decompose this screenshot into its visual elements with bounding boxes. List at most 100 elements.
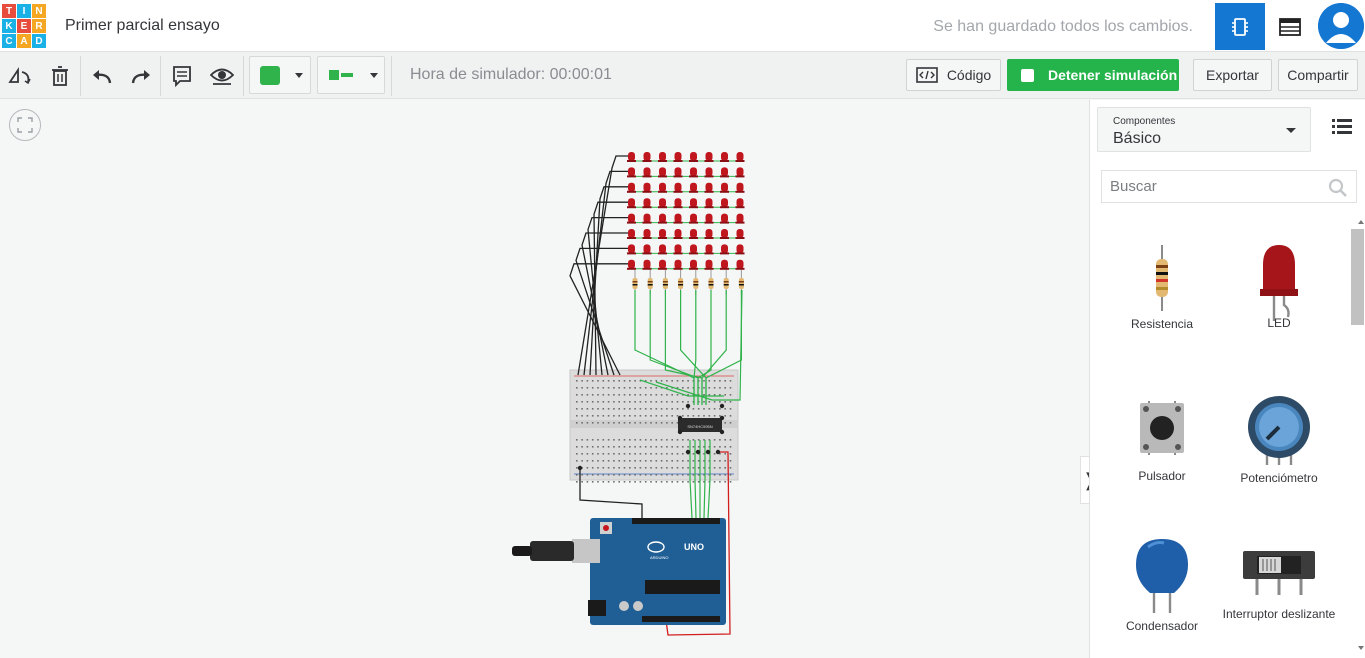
led [659,229,666,238]
visibility-button[interactable] [209,63,235,89]
digital-header [632,518,720,524]
led [721,167,728,177]
rotate-button[interactable] [7,63,33,89]
led [674,244,682,254]
part-slide-switch[interactable]: Interruptor deslizante [1220,537,1338,621]
logo-letter: A [17,34,31,48]
led [721,182,728,192]
user-avatar[interactable] [1318,3,1364,49]
undo-button[interactable] [89,63,115,89]
delete-button[interactable] [47,63,73,89]
part-label: Pulsador [1138,469,1186,483]
led [628,198,635,208]
export-button[interactable]: Exportar [1193,59,1272,91]
led [705,167,713,177]
led [643,198,651,208]
led [659,167,666,177]
circuit-canvas[interactable]: SN74HC595NUNOARDUINO ❭ [0,100,1098,658]
stop-simulation-button[interactable]: Detener simulación [1007,59,1179,91]
code-label: Código [946,67,992,83]
search-icon[interactable] [1328,178,1348,198]
led [659,152,666,161]
usb-cable [530,541,574,561]
logo-letter: N [32,4,46,18]
led [674,152,682,161]
save-status: Se han guardado todos los cambios. [933,18,1193,35]
led [721,213,728,223]
led [690,182,697,192]
fill-color-dropdown[interactable] [249,56,311,94]
scrollbar-thumb[interactable] [1351,229,1364,325]
part-capacitor[interactable]: Condensador [1103,537,1221,633]
led [705,213,713,223]
led [628,229,635,238]
part-pushbutton[interactable]: Pulsador [1103,393,1221,483]
part-label: Potenciómetro [1240,471,1318,485]
led [643,182,651,192]
components-dropdown[interactable]: Componentes Básico [1097,107,1311,152]
resistor [678,278,684,289]
top-bar: TIN KER CAD Primer parcial ensayo Se han g… [0,0,1365,52]
part-resistor[interactable]: Resistencia [1103,245,1221,331]
notes-button[interactable] [169,63,195,89]
led [628,167,635,177]
logo-letter: E [17,19,31,33]
led [643,259,651,269]
search-box[interactable] [1101,170,1357,203]
circuit-view-button[interactable] [1215,3,1265,50]
logo-letter: C [2,34,16,48]
components-label: Componentes [1113,116,1176,127]
led [705,229,713,238]
part-label: Interruptor deslizante [1222,607,1336,621]
share-button[interactable]: Compartir [1278,59,1358,91]
led [736,152,744,161]
led-icon [1260,245,1298,321]
search-input[interactable] [1110,178,1310,195]
wire-type-dropdown[interactable] [317,56,385,94]
tinkercad-logo[interactable]: TIN KER CAD [2,4,46,48]
part-potentiometer[interactable]: Potenciómetro [1220,393,1338,485]
code-button[interactable]: Código [906,59,1001,91]
redo-button[interactable] [128,63,154,89]
led [659,182,666,192]
led [736,213,744,223]
schematic-list-view-button[interactable] [1265,3,1315,50]
led [628,152,635,161]
slide-switch-icon [1243,551,1315,595]
analog-header [642,616,720,622]
column-wire [569,263,628,376]
led [736,259,744,269]
project-title[interactable]: Primer parcial ensayo [65,17,220,35]
resistor [738,278,744,289]
led [736,229,744,238]
led [721,152,728,161]
capacitor [619,601,629,611]
resistor [708,278,714,289]
led [721,229,728,238]
usb-cable-end [512,546,532,556]
logo-letter: R [32,19,46,33]
led [674,229,682,238]
led [705,152,713,161]
board-label: UNO [684,542,704,552]
list-view-icon[interactable] [1332,118,1352,136]
led [690,229,697,238]
delete-icon [52,66,68,86]
table-icon [1279,17,1301,36]
capacitor-icon [1136,539,1188,613]
led [736,244,744,254]
led [643,152,651,161]
circuit-drawing[interactable]: SN74HC595N UNO ARDUINO [0,100,1089,658]
led [690,198,697,208]
part-led[interactable]: LED [1220,245,1338,330]
led [721,244,728,254]
part-label: Condensador [1125,619,1199,633]
simulator-time: Hora de simulador: 00:00:01 [410,66,612,83]
led [674,259,682,269]
export-label: Exportar [1206,67,1259,83]
led [736,167,744,177]
led [643,167,651,177]
logo-letter: T [2,4,16,18]
pushbutton-icon [1140,401,1184,455]
components-panel: Componentes Básico Resistencia LED Pulsa… [1089,100,1365,658]
